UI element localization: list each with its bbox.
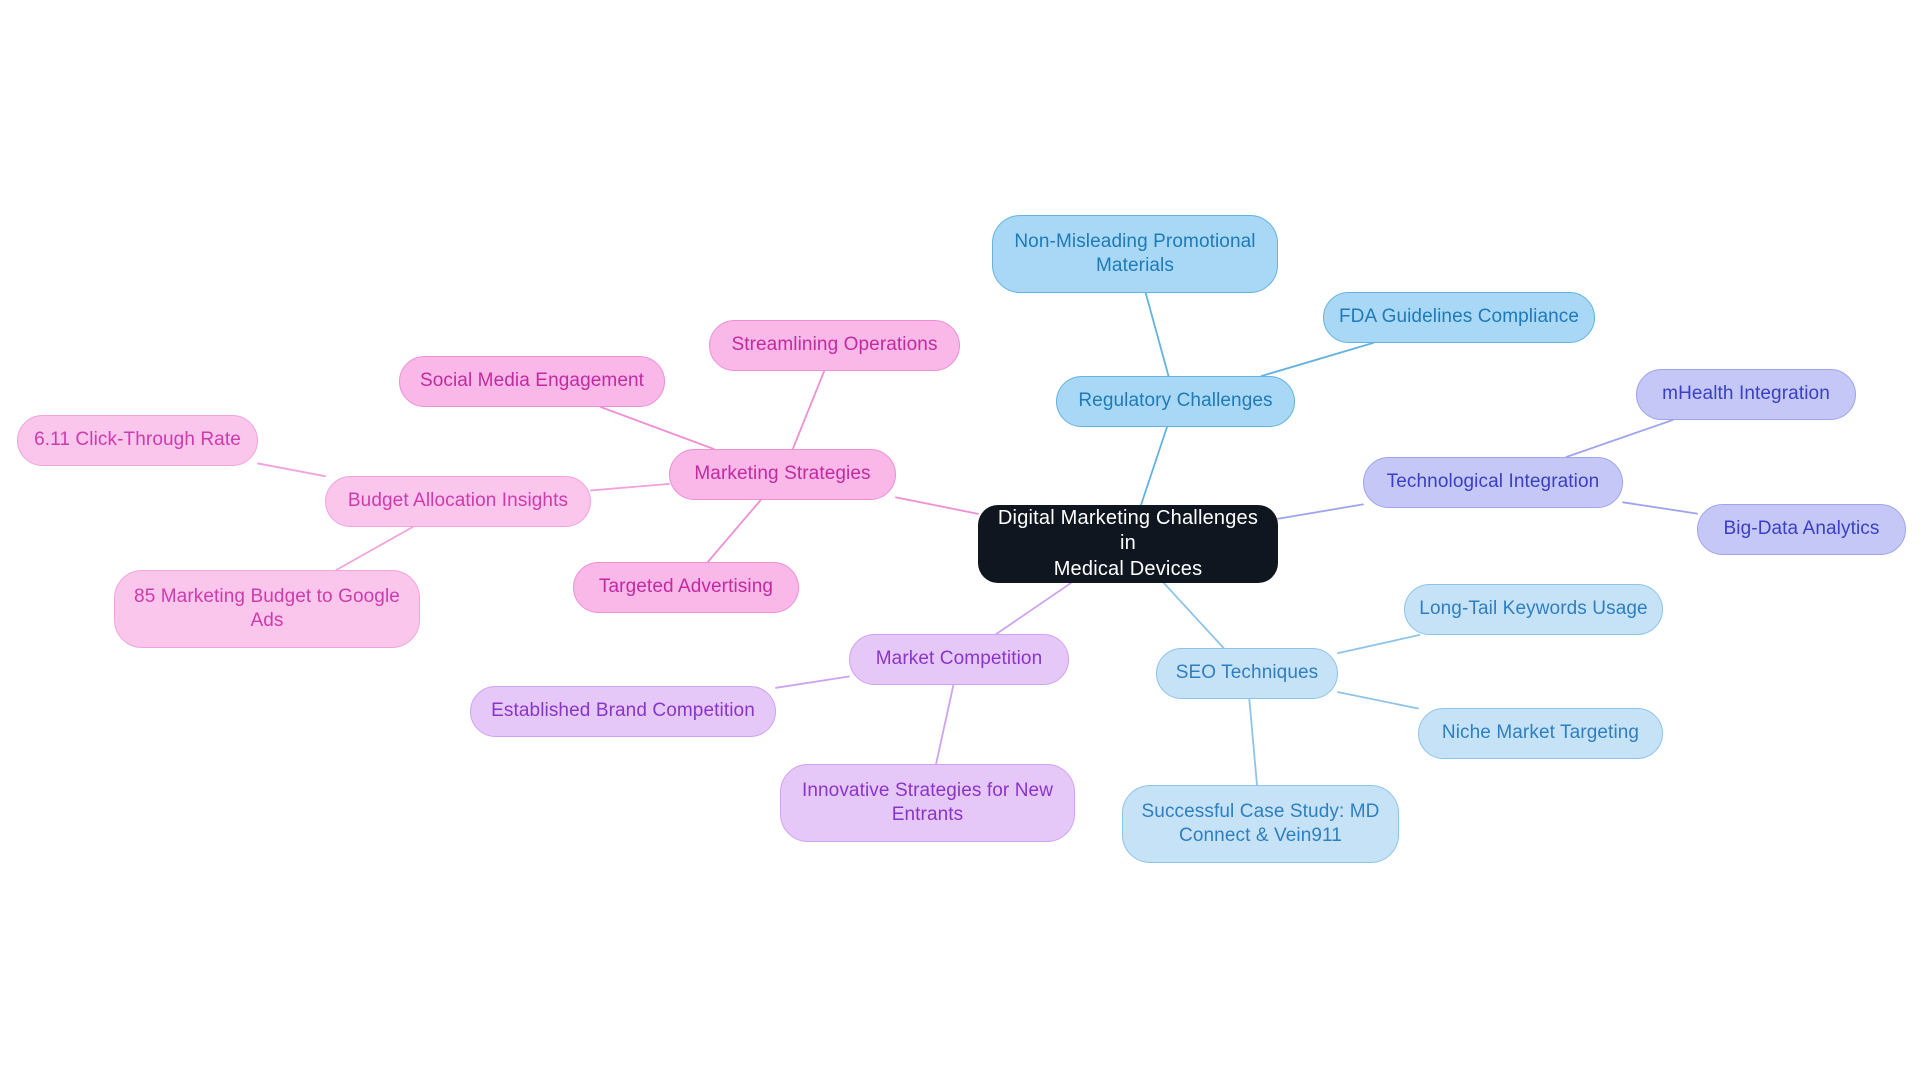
- edge-seo-to-case-study: [1248, 698, 1258, 786]
- mindmap-node-seo[interactable]: SEO Techniques: [1156, 648, 1338, 699]
- edge-layer: [257, 292, 1698, 786]
- mindmap-node-non-misleading[interactable]: Non-Misleading Promotional Materials: [992, 215, 1278, 293]
- edge-technological-to-bigdata: [1622, 501, 1698, 515]
- mindmap-node-long-tail[interactable]: Long-Tail Keywords Usage: [1404, 584, 1663, 635]
- mindmap-node-mhealth[interactable]: mHealth Integration: [1636, 369, 1856, 420]
- edge-marketing-strategies-to-budget-allocation: [590, 483, 670, 492]
- edge-root-to-marketing-strategies: [895, 496, 979, 515]
- edge-root-to-seo: [1162, 582, 1225, 649]
- mindmap-node-innovative-strategies[interactable]: Innovative Strategies for New Entrants: [780, 764, 1075, 842]
- edge-market-competition-to-innovative-strategies: [935, 684, 955, 765]
- mindmap-node-streamlining[interactable]: Streamlining Operations: [709, 320, 960, 371]
- edge-technological-to-mhealth: [1565, 419, 1674, 458]
- edge-seo-to-niche-market: [1337, 691, 1419, 710]
- mindmap-canvas: Digital Marketing Challenges in Medical …: [0, 0, 1920, 1083]
- edge-marketing-strategies-to-streamlining: [791, 370, 826, 450]
- mindmap-node-google-ads[interactable]: 85 Marketing Budget to Google Ads: [114, 570, 420, 648]
- mindmap-node-click-through[interactable]: 6.11 Click-Through Rate: [17, 415, 258, 466]
- mindmap-node-bigdata[interactable]: Big-Data Analytics: [1697, 504, 1906, 555]
- edge-root-to-regulatory: [1140, 426, 1168, 506]
- mindmap-node-fda-guidelines[interactable]: FDA Guidelines Compliance: [1323, 292, 1595, 343]
- edge-budget-allocation-to-click-through: [257, 462, 326, 478]
- mindmap-node-social-media[interactable]: Social Media Engagement: [399, 356, 665, 407]
- mindmap-node-case-study[interactable]: Successful Case Study: MD Connect & Vein…: [1122, 785, 1399, 863]
- edge-budget-allocation-to-google-ads: [335, 526, 414, 571]
- edge-seo-to-long-tail: [1337, 634, 1421, 655]
- edge-regulatory-to-fda-guidelines: [1260, 342, 1374, 377]
- mindmap-node-targeted-advertising[interactable]: Targeted Advertising: [573, 562, 799, 613]
- mindmap-node-established-brand[interactable]: Established Brand Competition: [470, 686, 776, 737]
- mindmap-node-marketing-strategies[interactable]: Marketing Strategies: [669, 449, 896, 500]
- mindmap-node-root[interactable]: Digital Marketing Challenges in Medical …: [978, 505, 1278, 583]
- edge-root-to-technological: [1277, 503, 1364, 520]
- mindmap-node-regulatory[interactable]: Regulatory Challenges: [1056, 376, 1295, 427]
- mindmap-node-technological[interactable]: Technological Integration: [1363, 457, 1623, 508]
- edge-regulatory-to-non-misleading: [1144, 292, 1170, 377]
- mindmap-node-budget-allocation[interactable]: Budget Allocation Insights: [325, 476, 591, 527]
- mindmap-node-market-competition[interactable]: Market Competition: [849, 634, 1069, 685]
- edge-marketing-strategies-to-targeted-advertising: [706, 499, 762, 563]
- edge-root-to-market-competition: [995, 582, 1072, 635]
- edge-market-competition-to-established-brand: [775, 675, 850, 689]
- mindmap-node-niche-market[interactable]: Niche Market Targeting: [1418, 708, 1663, 759]
- edge-marketing-strategies-to-social-media: [599, 406, 715, 450]
